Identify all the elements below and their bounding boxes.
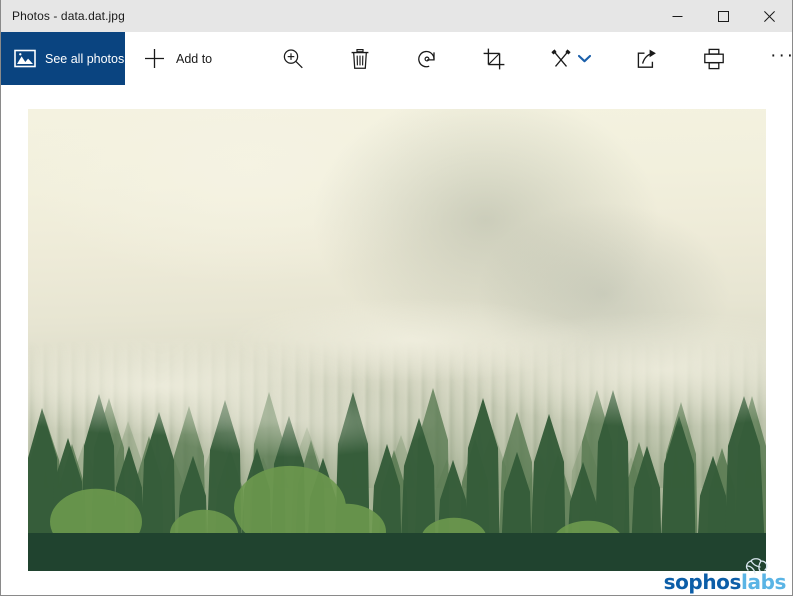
window-title: Photos - data.dat.jpg xyxy=(12,8,125,23)
photo-canvas: sophoslabs xyxy=(1,85,792,595)
maximize-button[interactable] xyxy=(700,0,746,32)
add-to-label: Add to xyxy=(176,51,213,66)
ellipsis-icon: ··· xyxy=(770,45,793,66)
more-options-button[interactable]: ··· xyxy=(749,32,793,85)
photo-icon xyxy=(14,49,36,68)
add-to-button[interactable]: Add to xyxy=(125,32,230,85)
printer-icon xyxy=(703,48,724,69)
window-controls xyxy=(654,0,792,32)
crop-icon xyxy=(483,48,505,69)
sophoslabs-wordmark: sophoslabs xyxy=(663,570,787,594)
minimize-icon xyxy=(672,15,682,17)
photo-ground-band xyxy=(28,533,766,571)
edit-create-button[interactable] xyxy=(527,32,613,85)
rotate-icon xyxy=(417,50,435,67)
print-button[interactable] xyxy=(680,32,747,85)
title-bar: Photos - data.dat.jpg xyxy=(1,0,792,32)
rotate-button[interactable] xyxy=(393,32,460,85)
crop-button[interactable] xyxy=(460,32,527,85)
share-button[interactable] xyxy=(613,32,680,85)
see-all-photos-label: See all photos xyxy=(45,51,125,66)
toolbar: See all photos Add to ··· xyxy=(1,32,792,85)
see-all-photos-button[interactable]: See all photos xyxy=(1,32,125,85)
share-icon xyxy=(637,49,656,68)
photos-window: Photos - data.dat.jpg See all photos Add… xyxy=(0,0,793,596)
close-icon xyxy=(763,10,775,22)
magnifier-plus-icon xyxy=(283,48,303,68)
trash-icon xyxy=(351,48,369,69)
zoom-button[interactable] xyxy=(259,32,326,85)
sophoslabs-watermark: sophoslabs xyxy=(664,557,786,592)
close-button[interactable] xyxy=(746,0,792,32)
labs-text: labs xyxy=(741,570,786,594)
chevron-down-icon xyxy=(578,54,592,63)
minimize-button[interactable] xyxy=(654,0,700,32)
toolbar-actions: ··· xyxy=(259,32,793,85)
delete-button[interactable] xyxy=(326,32,393,85)
pen-brush-icon xyxy=(551,48,571,67)
plus-icon xyxy=(145,49,164,68)
photo-image[interactable] xyxy=(28,109,766,571)
maximize-icon xyxy=(717,10,729,22)
sophos-text: sophos xyxy=(663,570,742,594)
